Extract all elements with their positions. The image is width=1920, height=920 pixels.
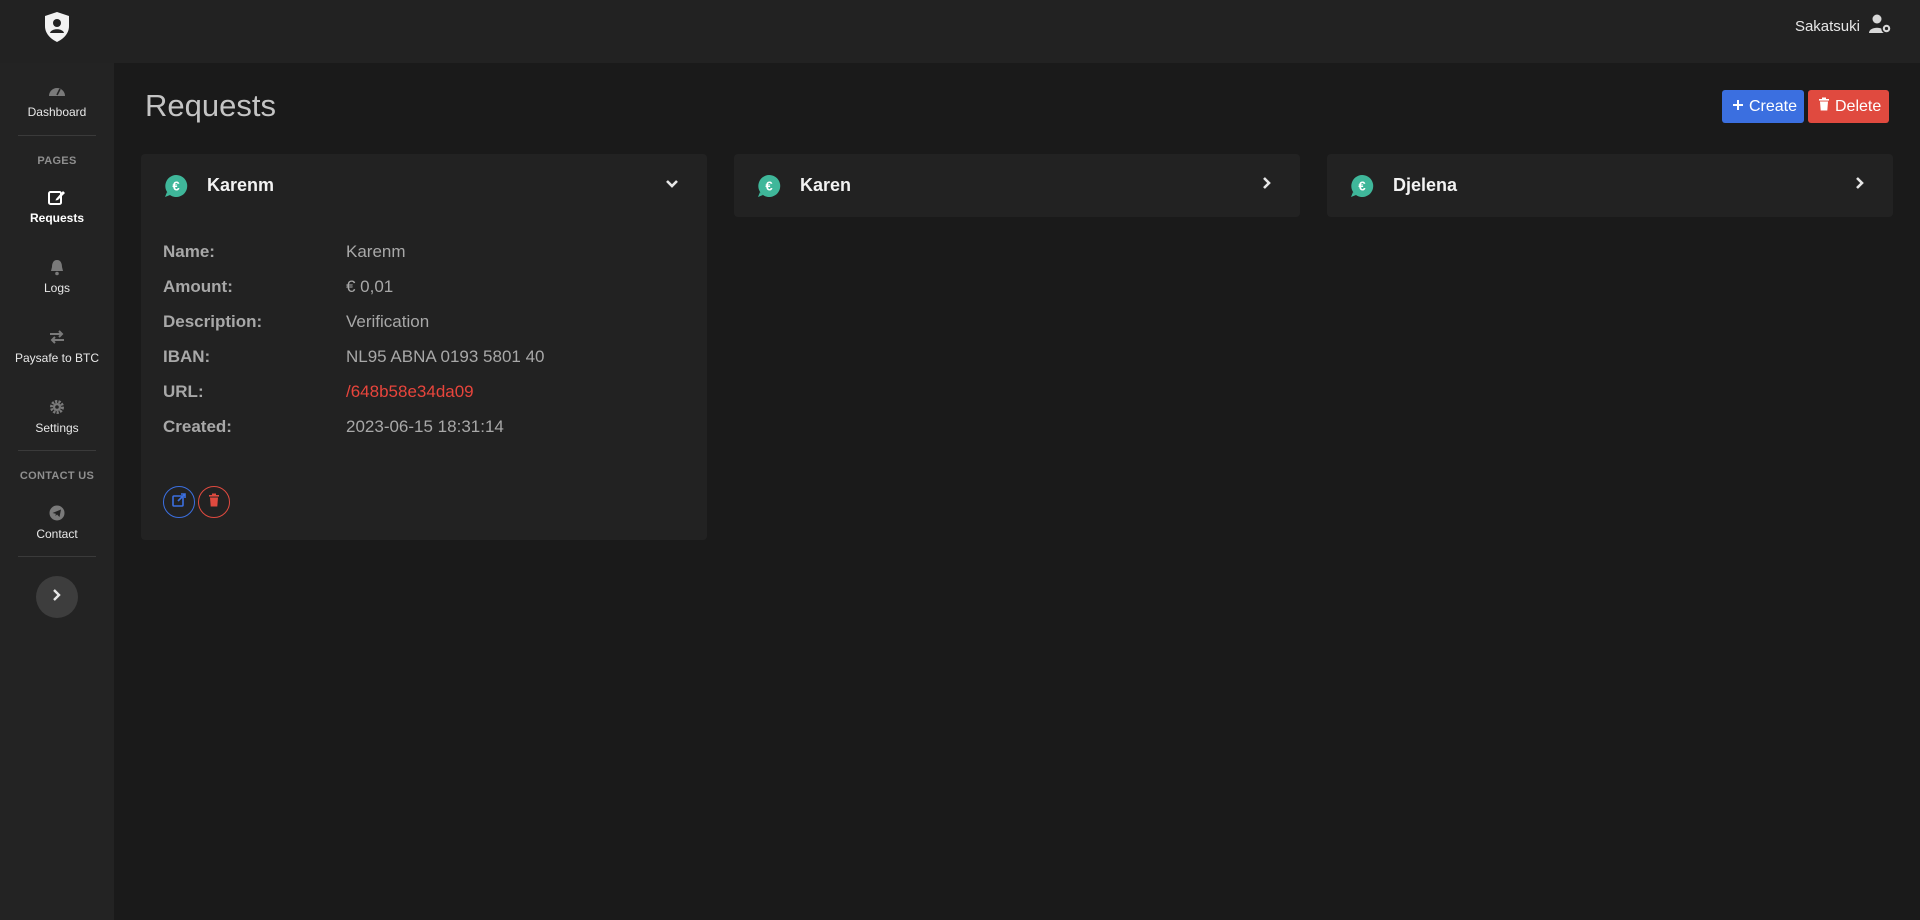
- open-link-button[interactable]: [163, 486, 195, 518]
- detail-label: IBAN:: [163, 347, 211, 366]
- sidebar-divider: [18, 135, 96, 136]
- user-name: Sakatsuki: [1794, 17, 1860, 35]
- detail-label: URL:: [163, 382, 204, 401]
- gear-icon: [0, 399, 114, 417]
- user-gear-icon: [1868, 14, 1892, 38]
- detail-row-url: URL: /648b58e34da09: [163, 382, 683, 417]
- euro-icon: €: [756, 173, 782, 199]
- svg-text:€: €: [172, 178, 179, 193]
- edit-icon: [0, 189, 114, 207]
- sidebar: Dashboard PAGES Requests Logs Paysafe to…: [0, 63, 114, 920]
- sidebar-item-label: Contact: [36, 527, 78, 541]
- bell-icon: [0, 259, 114, 277]
- detail-value: € 0,01: [346, 277, 394, 296]
- sidebar-heading-pages: PAGES: [37, 155, 77, 167]
- request-url-link[interactable]: /648b58e34da09: [346, 382, 474, 417]
- external-link-icon: [172, 492, 186, 512]
- shield-logo-icon[interactable]: [40, 10, 74, 44]
- svg-text:€: €: [1358, 178, 1365, 193]
- detail-row-created: Created: 2023-06-15 18:31:14: [163, 417, 683, 452]
- telegram-icon: [0, 505, 114, 523]
- sidebar-item-paysafe[interactable]: Paysafe to BTC: [0, 329, 114, 365]
- sidebar-item-dashboard[interactable]: Dashboard: [0, 83, 114, 119]
- user-menu[interactable]: Sakatsuki: [1795, 14, 1892, 38]
- detail-value: Karenm: [346, 242, 406, 261]
- detail-value: 2023-06-15 18:31:14: [346, 417, 504, 436]
- detail-row-description: Description: Verification: [163, 312, 683, 347]
- sidebar-item-settings[interactable]: Settings: [0, 399, 114, 435]
- svg-text:€: €: [765, 178, 772, 193]
- detail-value: NL95 ABNA 0193 5801 40: [346, 347, 545, 366]
- sidebar-item-requests[interactable]: Requests: [0, 189, 114, 225]
- detail-label: Name:: [163, 242, 215, 261]
- request-card: € Karenm Name: Karenm Amount: € 0,01 Des…: [141, 154, 707, 540]
- detail-row-iban: IBAN: NL95 ABNA 0193 5801 40: [163, 347, 683, 382]
- chevron-down-icon[interactable]: [665, 176, 679, 194]
- request-card: € Djelena: [1327, 154, 1893, 217]
- sidebar-item-label: Dashboard: [27, 105, 87, 119]
- request-card-header[interactable]: € Karen: [734, 154, 1300, 217]
- request-card-header[interactable]: € Djelena: [1327, 154, 1893, 217]
- sidebar-heading-contact: CONTACT US: [19, 470, 95, 482]
- delete-label: Delete: [1835, 97, 1882, 115]
- exchange-arrows-icon: [0, 329, 114, 347]
- sidebar-item-label: Requests: [29, 211, 85, 225]
- detail-row-name: Name: Karenm: [163, 242, 683, 277]
- request-name: Karenm: [207, 175, 275, 195]
- gauge-icon: [0, 83, 114, 101]
- euro-icon: €: [1349, 173, 1375, 199]
- chevron-right-icon: [52, 588, 62, 606]
- delete-request-button[interactable]: [198, 486, 230, 518]
- request-card: € Karen: [734, 154, 1300, 217]
- sidebar-toggle-button[interactable]: [36, 576, 78, 618]
- create-button[interactable]: Create: [1722, 90, 1804, 123]
- sidebar-item-logs[interactable]: Logs: [0, 259, 114, 295]
- chevron-right-icon[interactable]: [1855, 176, 1865, 195]
- request-name: Karen: [800, 175, 852, 195]
- plus-icon: [1732, 98, 1744, 116]
- sidebar-item-contact[interactable]: Contact: [0, 505, 114, 541]
- detail-row-amount: Amount: € 0,01: [163, 277, 683, 312]
- request-details: Name: Karenm Amount: € 0,01 Description:…: [163, 242, 683, 452]
- detail-value: Verification: [346, 312, 430, 331]
- sidebar-item-label: Logs: [43, 281, 71, 295]
- detail-label: Amount:: [163, 277, 233, 296]
- trash-icon: [1818, 97, 1830, 116]
- create-label: Create: [1749, 97, 1798, 115]
- request-name: Djelena: [1393, 175, 1458, 195]
- trash-icon: [208, 493, 220, 512]
- page-title: Requests: [145, 88, 276, 123]
- sidebar-divider: [18, 556, 96, 557]
- sidebar-item-label: Settings: [35, 421, 79, 435]
- request-card-header[interactable]: € Karenm: [141, 154, 707, 217]
- top-bar: Sakatsuki: [0, 0, 1920, 63]
- euro-icon: €: [163, 173, 189, 199]
- sidebar-item-label: Paysafe to BTC: [14, 351, 100, 365]
- delete-button[interactable]: Delete: [1808, 90, 1889, 123]
- chevron-right-icon[interactable]: [1262, 176, 1272, 195]
- sidebar-divider: [18, 450, 96, 451]
- detail-label: Created:: [163, 417, 232, 436]
- detail-label: Description:: [163, 312, 263, 331]
